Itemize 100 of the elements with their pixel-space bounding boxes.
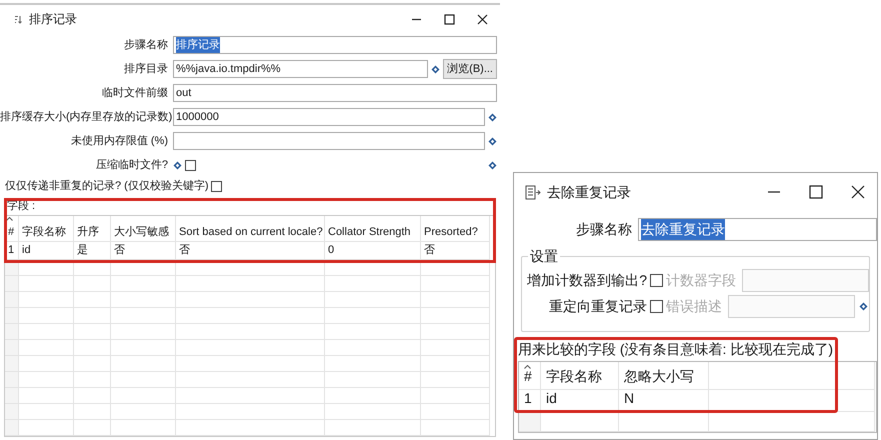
sort-caret-icon: [6, 217, 13, 221]
empty-cell: [74, 308, 111, 324]
field-label: 排序目录: [123, 62, 169, 77]
table-cell: id: [541, 390, 619, 412]
field-label: 步骤名称: [123, 38, 169, 53]
variable-icon[interactable]: [859, 302, 868, 310]
empty-cell: [421, 308, 490, 324]
table-cell: 否: [421, 242, 490, 260]
browse-button[interactable]: 浏览(B)...: [443, 59, 497, 79]
text-field[interactable]: 排序记录: [173, 36, 497, 54]
close-icon[interactable]: [851, 185, 865, 199]
empty-cell: [111, 420, 176, 436]
column-header[interactable]: #: [5, 216, 19, 242]
table-cell: 是: [74, 242, 111, 260]
column-header[interactable]: 字段名称: [19, 216, 74, 242]
empty-cell: [421, 292, 490, 308]
table-cell: 否: [111, 242, 176, 260]
empty-cell: [74, 324, 111, 340]
document-icon: [525, 184, 541, 200]
maximize-icon[interactable]: [809, 185, 823, 199]
empty-cell: [74, 420, 111, 436]
empty-cell: [111, 340, 176, 356]
empty-cell: [111, 388, 176, 404]
text-field[interactable]: 1000000: [173, 108, 485, 126]
row-header-cell: [5, 388, 19, 404]
empty-cell: [421, 260, 490, 276]
window-title: 去除重复记录: [547, 182, 631, 202]
empty-cell: [111, 276, 176, 292]
row-header-cell: [5, 308, 19, 324]
field-label: 计数器字段: [666, 270, 736, 290]
maximize-icon[interactable]: [444, 14, 455, 24]
row-header-cell: [5, 372, 19, 388]
empty-cell: [74, 340, 111, 356]
checkbox-label: 仅仅传递非重复的记录? (仅仅校验关键字): [5, 178, 208, 194]
table-cell: 1: [519, 390, 541, 412]
row-header-cell: [5, 292, 19, 308]
checkbox[interactable]: [210, 180, 222, 192]
column-header[interactable]: #: [519, 362, 541, 390]
option-label: 增加计数器到输出?: [526, 270, 648, 290]
empty-cell: [111, 372, 176, 388]
row-header-cell: [519, 412, 541, 432]
empty-cell: [421, 388, 490, 404]
empty-cell: [111, 292, 176, 308]
empty-cell: [421, 340, 490, 356]
empty-cell: [74, 404, 111, 420]
variable-icon[interactable]: [431, 64, 440, 74]
text-field[interactable]: %%java.io.tmpdir%%: [173, 60, 428, 78]
sort-caret-icon: [524, 365, 531, 369]
empty-cell: [421, 356, 490, 372]
sort-icon: [14, 14, 23, 24]
column-header[interactable]: 忽略大小写: [619, 362, 709, 390]
variable-icon[interactable]: [488, 160, 497, 170]
row-header-cell: [5, 404, 19, 420]
checkbox[interactable]: [185, 160, 196, 170]
column-header[interactable]: Presorted?: [421, 216, 490, 242]
option-label: 重定向重复记录: [548, 296, 648, 316]
field-label: 临时文件前缀: [101, 86, 169, 101]
empty-cell: [421, 404, 490, 420]
empty-cell: [421, 276, 490, 292]
field-label: 压缩临时文件?: [94, 158, 169, 173]
variable-icon[interactable]: [488, 112, 497, 122]
table-cell: 0: [325, 242, 421, 260]
empty-cell: [111, 308, 176, 324]
table-cell: 1: [5, 242, 19, 260]
empty-cell: [74, 292, 111, 308]
window-title: 排序记录: [29, 11, 77, 28]
empty-cell: [74, 388, 111, 404]
field-label: 步骤名称: [575, 220, 633, 238]
empty-cell: [111, 356, 176, 372]
empty-cell: [421, 324, 490, 340]
row-header-cell: [5, 276, 19, 292]
empty-cell: [74, 356, 111, 372]
empty-cell: [74, 372, 111, 388]
column-header[interactable]: Sort based on current locale?: [176, 216, 325, 242]
text-field[interactable]: out: [173, 84, 497, 102]
row-header-cell: [5, 420, 19, 436]
close-icon[interactable]: [477, 14, 488, 24]
column-header[interactable]: 升序: [74, 216, 111, 242]
section-title: 用来比较的字段 (没有条目意味着: 比较现在完成了): [517, 340, 834, 359]
empty-cell: [74, 276, 111, 292]
empty-cell: [421, 372, 490, 388]
column-header[interactable]: Collator Strength: [325, 216, 421, 242]
table-cell: N: [619, 390, 709, 412]
field-label: 排序缓存大小(内存里存放的记录数): [0, 110, 173, 125]
empty-cell: [74, 260, 111, 276]
table-cell: 否: [176, 242, 325, 260]
row-header-cell: [5, 340, 19, 356]
column-header[interactable]: 大小写敏感: [111, 216, 176, 242]
text-field[interactable]: [173, 132, 485, 150]
row-header-cell: [5, 324, 19, 340]
variable-icon[interactable]: [488, 136, 497, 146]
empty-cell: [111, 404, 176, 420]
column-header[interactable]: 字段名称: [541, 362, 619, 390]
table-cell: id: [19, 242, 74, 260]
field-label: 未使用内存限值 (%): [70, 134, 169, 149]
empty-cell: [111, 260, 176, 276]
text-field[interactable]: 去除重复记录: [638, 218, 877, 240]
empty-cell: [421, 420, 490, 436]
row-header-cell: [5, 356, 19, 372]
variable-icon[interactable]: [173, 160, 182, 170]
